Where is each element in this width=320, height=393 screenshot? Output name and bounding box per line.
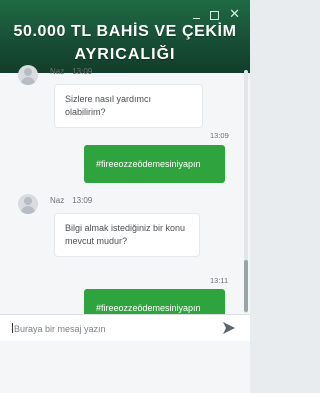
agent-message-bubble: Sizlere nasıl yardımcı olabilirim? [55, 85, 202, 127]
message-text: #fireeozzeödemesiniyapın [96, 302, 201, 313]
widget-footer [0, 341, 250, 393]
minimize-icon[interactable] [193, 11, 201, 19]
promo-banner: ✕ 50.000 TL BAHİS VE ÇEKİM AYRICALIĞI [0, 0, 250, 73]
text-caret [12, 323, 13, 333]
chat-widget: ✕ 50.000 TL BAHİS VE ÇEKİM AYRICALIĞI Na… [0, 0, 250, 393]
message-list: Naz 13:09 Sizlere nasıl yardımcı olabilir… [0, 65, 240, 327]
message-text: #fireeozzeödemesiniyapın [96, 158, 201, 169]
message-scrollbar[interactable] [244, 70, 248, 313]
message-input[interactable] [12, 319, 206, 339]
agent-message-bubble: Bilgi almak istediğiniz bir konu mevcut … [55, 214, 199, 256]
message-meta: Naz 13:09 [50, 67, 92, 76]
agent-avatar [18, 194, 38, 214]
message-text: Bilgi almak istediğiniz bir konu mevcut … [65, 223, 186, 246]
message-time: 13:09 [72, 67, 93, 76]
message-time: 13:11 [210, 276, 229, 285]
message-composer [0, 314, 250, 341]
sender-name: Naz [50, 67, 65, 76]
message-text: Sizlere nasıl yardımcı olabilirim? [65, 94, 152, 117]
send-icon[interactable] [222, 321, 236, 335]
window-controls: ✕ [193, 7, 240, 20]
scrollbar-thumb[interactable] [244, 260, 248, 312]
promo-subline: AYRICALIĞI [74, 46, 176, 63]
user-message-bubble: #fireeozzeödemesiniyapın [84, 145, 225, 183]
maximize-icon[interactable] [210, 11, 220, 20]
close-icon[interactable]: ✕ [229, 7, 240, 20]
agent-avatar [18, 65, 38, 85]
message-meta: Naz 13:09 [50, 196, 92, 205]
promo-headline: 50.000 TL BAHİS VE ÇEKİM [13, 23, 237, 40]
message-time: 13:09 [72, 196, 93, 205]
sender-name: Naz [50, 196, 65, 205]
message-time: 13:09 [210, 131, 229, 140]
